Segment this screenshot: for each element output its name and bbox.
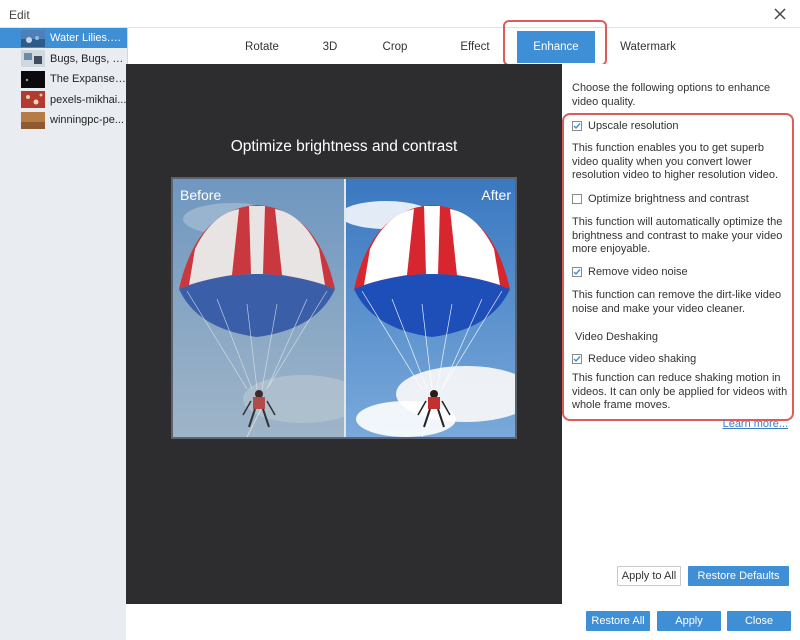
checkbox-unchecked-icon [572, 194, 582, 204]
file-thumbnail [21, 50, 45, 67]
upscale-resolution-label: Upscale resolution [588, 120, 679, 132]
tab-crop[interactable]: Crop [370, 35, 420, 59]
remove-noise-label: Remove video noise [588, 266, 688, 278]
before-after-comparison: Before After [171, 177, 517, 439]
before-image [173, 179, 344, 437]
restore-defaults-button[interactable]: Restore Defaults [688, 566, 789, 586]
before-label: Before [180, 187, 222, 203]
file-item-water-lilies[interactable]: Water Lilies.m... [0, 28, 127, 48]
file-list: Water Lilies.m... Bugs, Bugs, G... The E… [0, 28, 128, 640]
close-button[interactable]: Close [727, 611, 791, 631]
optimize-brightness-checkbox[interactable]: Optimize brightness and contrast [572, 193, 749, 205]
reduce-shaking-label: Reduce video shaking [588, 353, 697, 365]
file-name: pexels-mikhai... [50, 93, 127, 106]
reduce-shaking-checkbox[interactable]: Reduce video shaking [572, 353, 696, 365]
window-title: Edit [9, 8, 30, 22]
apply-button[interactable]: Apply [657, 611, 721, 631]
video-deshaking-label: Video Deshaking [575, 331, 658, 343]
file-name: Water Lilies.m... [50, 32, 127, 44]
file-item-bugs[interactable]: Bugs, Bugs, G... [0, 49, 127, 69]
restore-all-button[interactable]: Restore All [586, 611, 650, 631]
checkbox-checked-icon [572, 354, 582, 364]
preview-area: Optimize brightness and contrast Before … [126, 64, 562, 604]
title-bar: Edit [0, 0, 800, 28]
preview-title: Optimize brightness and contrast [230, 138, 458, 155]
learn-more-link[interactable]: Learn more... [723, 418, 788, 430]
file-name: winningpc-pe... [50, 114, 124, 126]
tab-watermark[interactable]: Watermark [611, 35, 685, 59]
file-name: The Expanse_... [50, 73, 127, 85]
tab-3d[interactable]: 3D [310, 35, 350, 59]
file-name: Bugs, Bugs, G... [50, 52, 127, 65]
file-thumbnail [21, 29, 45, 47]
file-thumbnail [21, 70, 45, 88]
upscale-resolution-description: This function enables you to get superb … [572, 142, 779, 181]
file-item-pexels[interactable]: pexels-mikhai... [0, 90, 127, 110]
optimize-brightness-label: Optimize brightness and contrast [588, 193, 749, 205]
optimize-brightness-description: This function will automatically optimiz… [572, 216, 783, 255]
checkbox-checked-icon [572, 267, 582, 277]
tab-rotate[interactable]: Rotate [232, 35, 292, 59]
enhance-options-panel: Choose the following options to enhance … [562, 64, 800, 604]
panel-intro: Choose the following options to enhance … [572, 82, 771, 108]
after-image [346, 179, 515, 437]
dialog-footer: Restore All Apply Close [126, 604, 800, 640]
remove-noise-description: This function can remove the dirt-like v… [572, 289, 782, 315]
tab-enhance[interactable]: Enhance [517, 31, 595, 63]
file-thumbnail [21, 111, 45, 129]
close-icon[interactable] [770, 4, 790, 24]
checkbox-checked-icon [572, 121, 582, 131]
file-item-winningpc[interactable]: winningpc-pe... [0, 110, 127, 130]
tab-effect[interactable]: Effect [446, 35, 504, 59]
after-label: After [481, 187, 511, 203]
file-item-the-expanse[interactable]: The Expanse_... [0, 69, 127, 89]
apply-to-all-button[interactable]: Apply to All [617, 566, 681, 586]
remove-noise-checkbox[interactable]: Remove video noise [572, 266, 688, 278]
file-thumbnail [21, 91, 45, 108]
edit-tabs: Rotate 3D Crop Effect Enhance Watermark [128, 28, 800, 64]
upscale-resolution-checkbox[interactable]: Upscale resolution [572, 120, 679, 132]
file-list-margin [0, 28, 14, 148]
reduce-shaking-description: This function can reduce shaking motion … [572, 372, 788, 411]
